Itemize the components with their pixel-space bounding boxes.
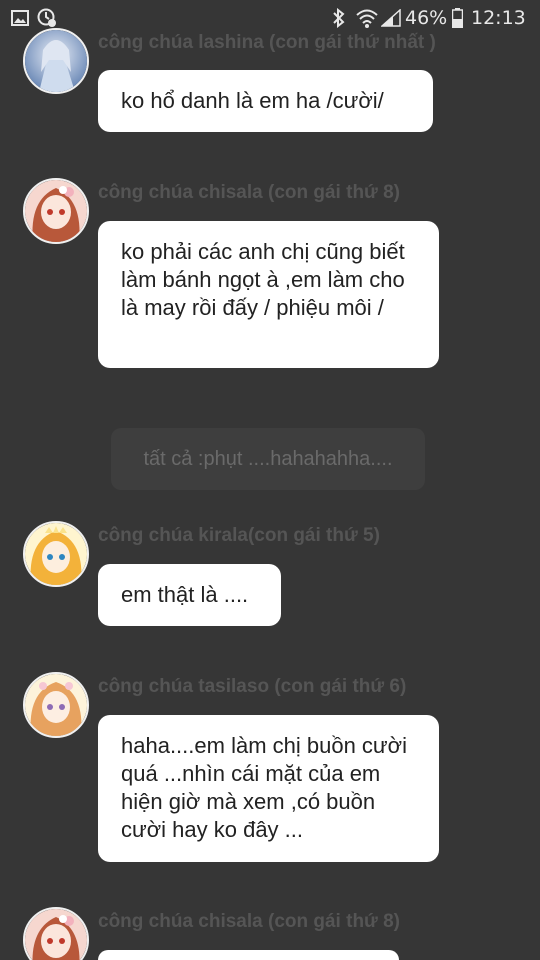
- status-bar: 46% 12:13: [0, 0, 540, 36]
- wifi-icon: [356, 8, 378, 34]
- image-icon: [11, 9, 29, 32]
- battery-percent: 46%: [405, 7, 448, 29]
- signal-icon: [380, 8, 401, 33]
- avatar[interactable]: [23, 907, 89, 960]
- avatar[interactable]: [23, 521, 89, 587]
- message-bubble[interactable]: haha....em làm chị buồn cười quá ...nhìn…: [98, 715, 439, 862]
- battery-icon: [451, 8, 464, 34]
- message-bubble[interactable]: ko phải các anh chị cũng biết làm bánh n…: [98, 221, 439, 368]
- clock: 12:13: [471, 7, 526, 29]
- avatar[interactable]: [23, 28, 89, 94]
- message-bubble[interactable]: em thật là ....: [98, 564, 281, 626]
- bluetooth-icon: [332, 7, 346, 34]
- sender-name: công chúa tasilaso (con gái thứ 6): [98, 676, 407, 697]
- sender-name: công chúa chisala (con gái thứ 8): [98, 182, 400, 203]
- message-bubble[interactable]: [98, 950, 399, 960]
- chat-screen: 46% 12:13 công chúa lashina (con gái thứ…: [0, 0, 540, 960]
- sender-name: công chúa lashina (con gái thứ nhất ): [98, 32, 436, 53]
- message-bubble[interactable]: ko hổ danh là em ha /cười/: [98, 70, 433, 132]
- system-message: tất cả :phụt ....hahahahha....: [111, 428, 425, 490]
- avatar[interactable]: [23, 672, 89, 738]
- sender-name: công chúa kirala(con gái thứ 5): [98, 525, 380, 546]
- avatar[interactable]: [23, 178, 89, 244]
- sender-name: công chúa chisala (con gái thứ 8): [98, 911, 400, 932]
